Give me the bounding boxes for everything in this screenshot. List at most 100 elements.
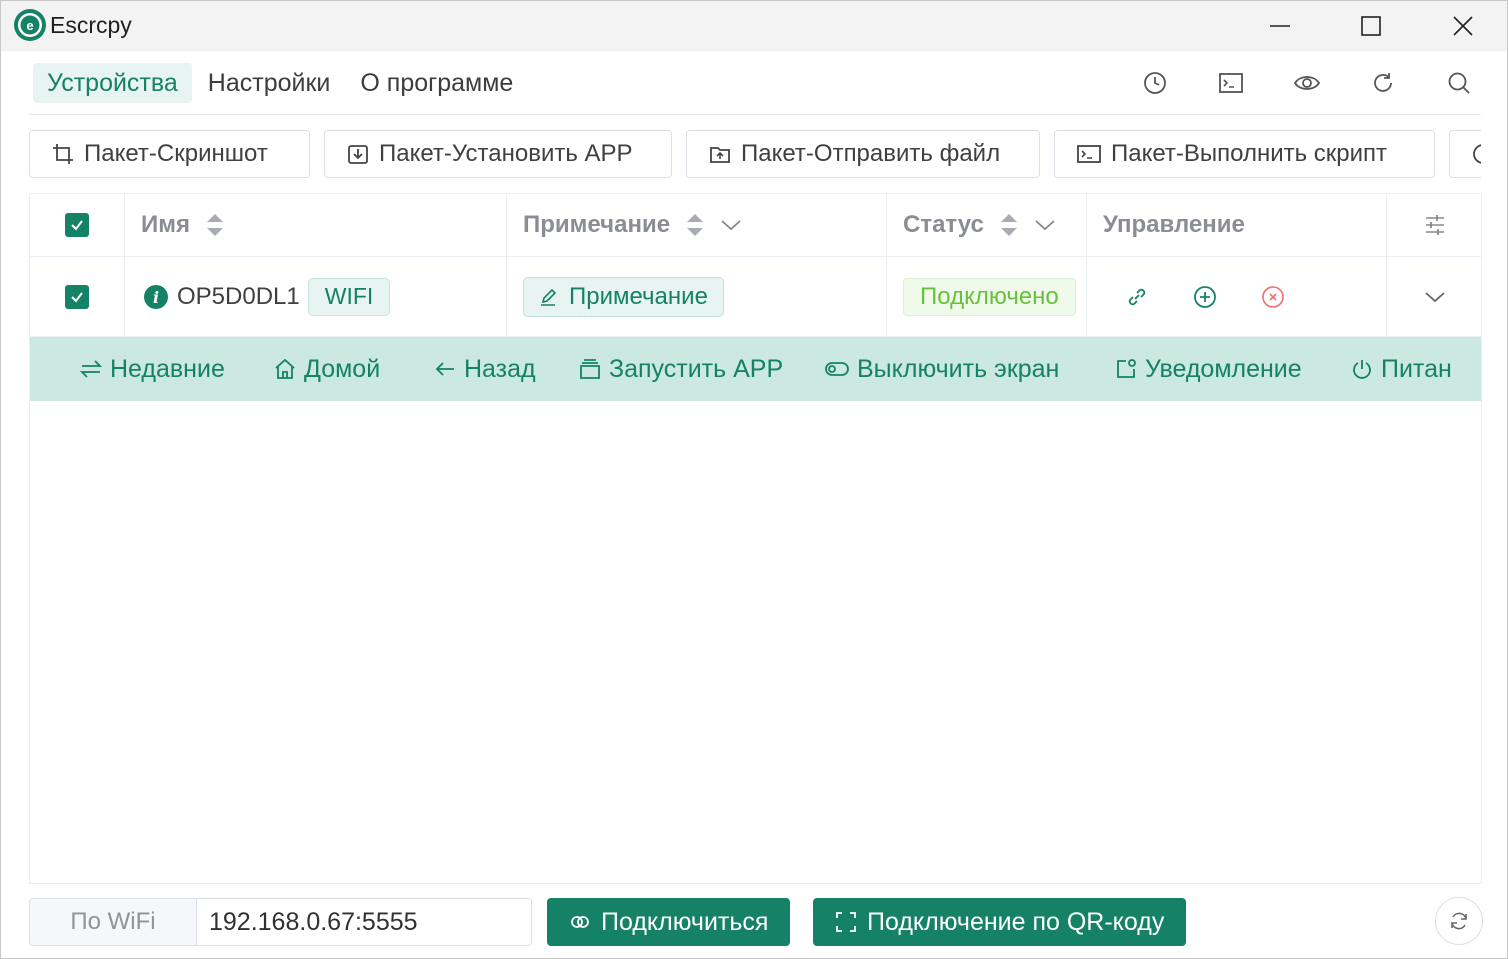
history-button[interactable]: [1129, 65, 1181, 101]
svg-text:i: i: [153, 288, 159, 307]
device-name: OP5D0DL1: [177, 282, 300, 310]
device-table: Имя Примечание Статус Управление i OP5D0…: [29, 193, 1482, 884]
batch-run-script-button[interactable]: Пакет-Выполнить скрипт: [1054, 130, 1435, 178]
wifi-address-group: По WiFi: [29, 898, 532, 946]
notification-icon: [1117, 359, 1136, 378]
header-note-cell: Примечание: [507, 194, 887, 256]
header-status-cell: Статус: [887, 194, 1087, 256]
connect-bar: По WiFi Подключиться Подключение по QR-к…: [29, 897, 1489, 946]
clock-icon: [1473, 144, 1481, 164]
table-row: i OP5D0DL1 WIFI Примечание Подключено: [30, 257, 1481, 337]
header-settings-cell: [1387, 194, 1482, 256]
launch-app-button[interactable]: Запустить APP: [579, 337, 783, 401]
toggle-icon: [825, 362, 849, 376]
refresh-button[interactable]: [1357, 65, 1409, 101]
download-box-icon: [348, 145, 368, 164]
row-control-cell: [1087, 257, 1387, 336]
app-window: e Escrcpy Устройства Настройки О програм…: [0, 0, 1508, 959]
back-button[interactable]: Назад: [434, 337, 536, 401]
tab-settings[interactable]: Настройки: [194, 63, 345, 103]
title-bar[interactable]: e Escrcpy: [1, 1, 1507, 51]
close-button[interactable]: [1417, 1, 1507, 51]
terminal-icon: [1219, 73, 1243, 93]
batch-install-button[interactable]: Пакет-Установить APP: [324, 130, 672, 178]
chevron-down-icon[interactable]: [1424, 290, 1446, 304]
scan-icon: [836, 912, 856, 932]
batch-send-file-label: Пакет-Отправить файл: [741, 140, 1001, 167]
screen-off-button[interactable]: Выключить экран: [825, 337, 1059, 401]
plus-circle-icon: [1194, 286, 1216, 308]
main-nav: Устройства Настройки О программе: [33, 63, 529, 103]
disconnect-button[interactable]: [1259, 283, 1287, 311]
minimize-button[interactable]: [1234, 1, 1326, 51]
qr-connect-button[interactable]: Подключение по QR-коду: [813, 898, 1187, 946]
sort-icon[interactable]: [684, 211, 706, 239]
sort-icon[interactable]: [204, 211, 226, 239]
maximize-button[interactable]: [1325, 1, 1417, 51]
maximize-icon: [1361, 16, 1381, 36]
refresh-devices-button[interactable]: [1435, 897, 1483, 945]
filter-chevron-icon[interactable]: [720, 218, 742, 232]
history-icon: [1144, 72, 1166, 94]
close-icon: [1453, 16, 1473, 36]
link-button[interactable]: [1123, 283, 1151, 311]
column-settings-icon[interactable]: [1424, 214, 1446, 236]
row-select-cell: [30, 257, 125, 336]
notification-label: Уведомление: [1145, 354, 1302, 383]
row-name-cell: i OP5D0DL1 WIFI: [125, 257, 507, 336]
batch-more-button[interactable]: [1449, 130, 1481, 178]
connection-mode-label: По WiFi: [30, 899, 197, 945]
link-icon: [571, 916, 589, 928]
edit-icon: [541, 288, 557, 306]
sort-icon[interactable]: [998, 211, 1020, 239]
table-header: Имя Примечание Статус Управление: [30, 194, 1481, 257]
batch-install-label: Пакет-Установить APP: [379, 140, 633, 167]
power-label: Питан: [1381, 354, 1452, 383]
terminal-icon: [1077, 145, 1101, 163]
search-icon: [1448, 72, 1470, 94]
power-icon: [1353, 360, 1371, 379]
batch-screenshot-label: Пакет-Скриншот: [84, 140, 268, 167]
svg-text:e: e: [26, 18, 33, 33]
row-checkbox[interactable]: [65, 284, 89, 309]
recent-button[interactable]: Недавние: [80, 337, 225, 401]
terminal-button[interactable]: [1205, 65, 1257, 101]
power-button[interactable]: Питан: [1351, 337, 1452, 401]
edit-note-button[interactable]: Примечание: [523, 276, 724, 317]
tab-devices[interactable]: Устройства: [33, 63, 192, 103]
row-note-cell: Примечание: [507, 257, 887, 336]
notification-button[interactable]: Уведомление: [1115, 337, 1302, 401]
arrow-left-icon: [435, 362, 454, 376]
connect-label: Подключиться: [601, 907, 769, 936]
filter-chevron-icon[interactable]: [1034, 218, 1056, 232]
screen-off-label: Выключить экран: [857, 354, 1060, 383]
row-expand-cell: [1387, 257, 1482, 336]
tab-about[interactable]: О программе: [346, 63, 527, 103]
qr-connect-label: Подключение по QR-коду: [867, 907, 1165, 936]
refresh-icon: [1374, 73, 1392, 92]
home-icon: [275, 358, 295, 379]
batch-run-script-label: Пакет-Выполнить скрипт: [1111, 140, 1388, 167]
launch-app-label: Запустить APP: [609, 354, 784, 383]
search-button[interactable]: [1433, 65, 1485, 101]
switch-icon: [80, 360, 102, 378]
add-button[interactable]: [1191, 283, 1219, 311]
header-note: Примечание: [523, 211, 671, 238]
preview-button[interactable]: [1281, 65, 1333, 101]
home-button[interactable]: Домой: [274, 337, 380, 401]
top-toolbar: [1129, 65, 1507, 101]
batch-send-file-button[interactable]: Пакет-Отправить файл: [686, 130, 1040, 178]
info-icon[interactable]: i: [143, 284, 169, 310]
connect-button[interactable]: Подключиться: [547, 898, 791, 946]
close-circle-icon: [1262, 286, 1284, 308]
nav-divider: [29, 114, 1481, 115]
refresh-icon: [1451, 912, 1467, 930]
select-all-checkbox[interactable]: [65, 213, 89, 237]
device-address-input[interactable]: [197, 899, 531, 945]
header-control: Управление: [1103, 211, 1245, 238]
header-name: Имя: [141, 211, 191, 238]
app-stack-icon: [580, 359, 600, 379]
link-icon: [1128, 288, 1146, 306]
batch-screenshot-button[interactable]: Пакет-Скриншот: [29, 130, 310, 178]
header-status: Статус: [903, 211, 984, 238]
